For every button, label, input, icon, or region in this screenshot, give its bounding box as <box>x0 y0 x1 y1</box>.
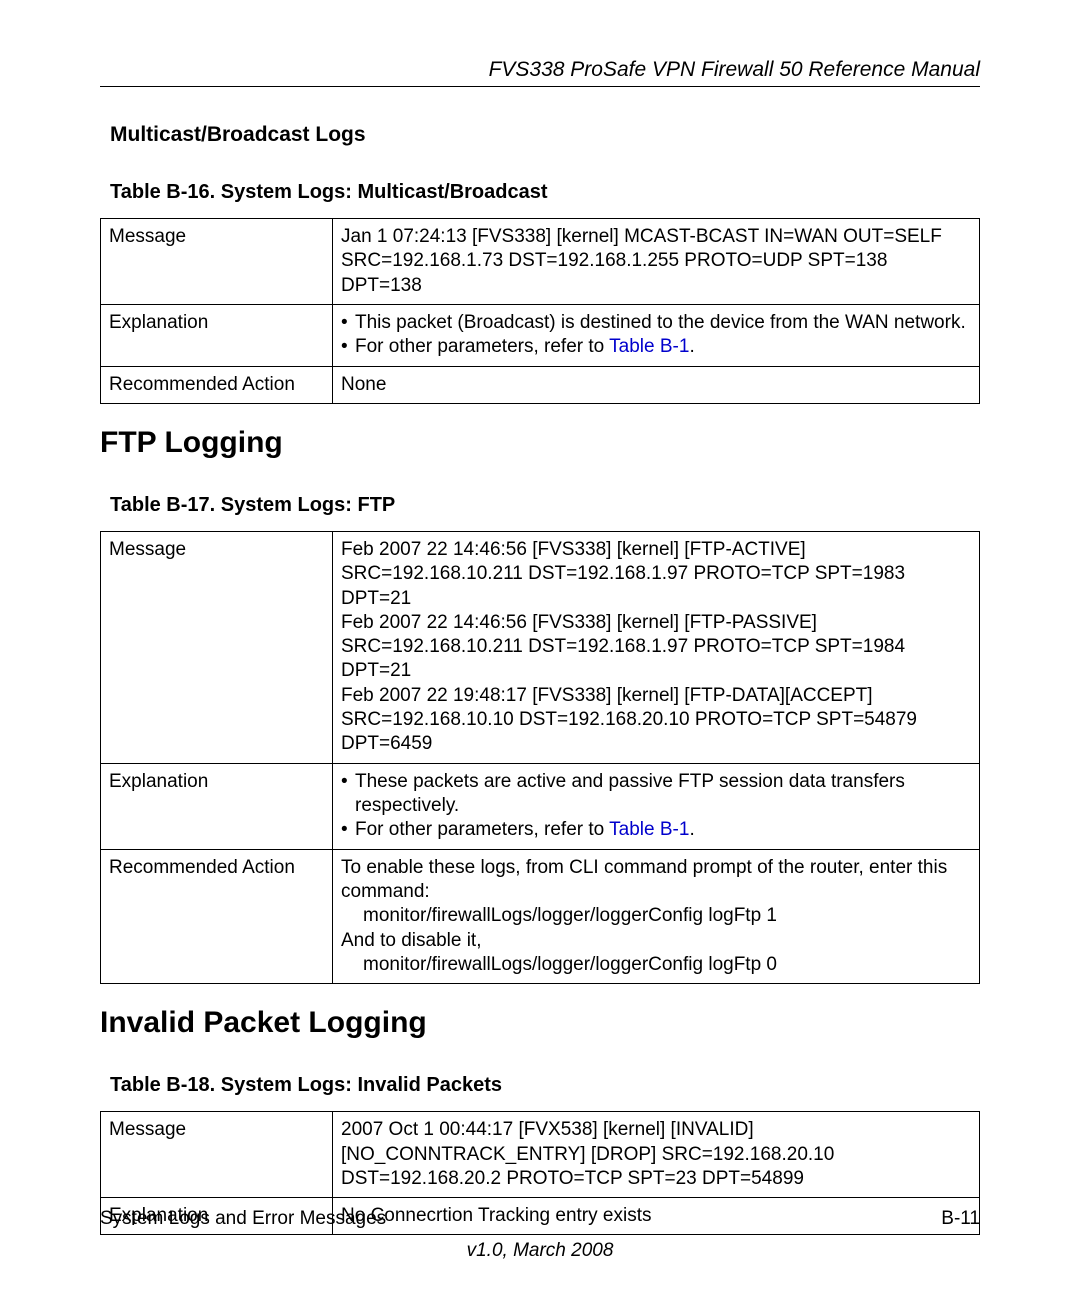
cell-action: None <box>333 366 980 403</box>
footer-left: System Logs and Error Messages <box>100 1208 386 1230</box>
table-b17: Message Feb 2007 22 14:46:56 [FVS338] [k… <box>100 531 980 984</box>
heading-ftp-logging: FTP Logging <box>100 426 980 460</box>
table-row: Recommended Action None <box>101 366 980 403</box>
cell-message: Feb 2007 22 14:46:56 [FVS338] [kernel] [… <box>333 531 980 763</box>
cell-label-action: Recommended Action <box>101 849 333 984</box>
cell-message: 2007 Oct 1 00:44:17 [FVX538] [kernel] [I… <box>333 1112 980 1198</box>
action-line: And to disable it, <box>341 929 971 953</box>
log-line: Feb 2007 22 14:46:56 [FVS338] [kernel] [… <box>341 611 971 684</box>
table-b16: Message Jan 1 07:24:13 [FVS338] [kernel]… <box>100 218 980 404</box>
action-line: To enable these logs, from CLI command p… <box>341 856 971 905</box>
action-command: monitor/firewallLogs/logger/loggerConfig… <box>341 904 971 928</box>
page: FVS338 ProSafe VPN Firewall 50 Reference… <box>0 0 1080 1296</box>
header-rule <box>100 86 980 87</box>
cell-label-message: Message <box>101 1112 333 1198</box>
cell-action: To enable these logs, from CLI command p… <box>333 849 980 984</box>
bullet-text: This packet (Broadcast) is destined to t… <box>355 311 971 335</box>
action-command: monitor/firewallLogs/logger/loggerConfig… <box>341 953 971 977</box>
cell-message: Jan 1 07:24:13 [FVS338] [kernel] MCAST-B… <box>333 219 980 305</box>
table-row: Explanation •These packets are active an… <box>101 763 980 849</box>
bullet-text: These packets are active and passive FTP… <box>355 770 971 819</box>
cell-explanation: •This packet (Broadcast) is destined to … <box>333 304 980 366</box>
table-caption-b16: Table B-16. System Logs: Multicast/Broad… <box>110 181 980 204</box>
log-line: Feb 2007 22 14:46:56 [FVS338] [kernel] [… <box>341 538 971 611</box>
cell-explanation: •These packets are active and passive FT… <box>333 763 980 849</box>
table-row: Recommended Action To enable these logs,… <box>101 849 980 984</box>
table-row: Message Feb 2007 22 14:46:56 [FVS338] [k… <box>101 531 980 763</box>
table-row: Message 2007 Oct 1 00:44:17 [FVX538] [ke… <box>101 1112 980 1198</box>
page-header-title: FVS338 ProSafe VPN Firewall 50 Reference… <box>100 58 980 82</box>
log-line: Feb 2007 22 19:48:17 [FVS338] [kernel] [… <box>341 684 971 757</box>
table-caption-b17: Table B-17. System Logs: FTP <box>110 494 980 517</box>
table-row: Explanation •This packet (Broadcast) is … <box>101 304 980 366</box>
footer-version: v1.0, March 2008 <box>100 1240 980 1262</box>
link-table-b1[interactable]: Table B-1 <box>609 336 689 357</box>
table-row: Message Jan 1 07:24:13 [FVS338] [kernel]… <box>101 219 980 305</box>
page-footer: System Logs and Error Messages B-11 v1.0… <box>100 1197 980 1262</box>
cell-label-message: Message <box>101 531 333 763</box>
bullet-text: For other parameters, refer to Table B-1… <box>355 818 971 842</box>
subheading-multicast: Multicast/Broadcast Logs <box>110 123 980 147</box>
table-caption-b18: Table B-18. System Logs: Invalid Packets <box>110 1074 980 1097</box>
cell-label-action: Recommended Action <box>101 366 333 403</box>
cell-label-explanation: Explanation <box>101 763 333 849</box>
bullet-text: For other parameters, refer to Table B-1… <box>355 335 971 359</box>
link-table-b1[interactable]: Table B-1 <box>609 819 689 840</box>
footer-page-number: B-11 <box>941 1208 980 1230</box>
cell-label-explanation: Explanation <box>101 304 333 366</box>
cell-label-message: Message <box>101 219 333 305</box>
heading-invalid-packet-logging: Invalid Packet Logging <box>100 1006 980 1040</box>
footer-rule <box>100 1197 980 1198</box>
